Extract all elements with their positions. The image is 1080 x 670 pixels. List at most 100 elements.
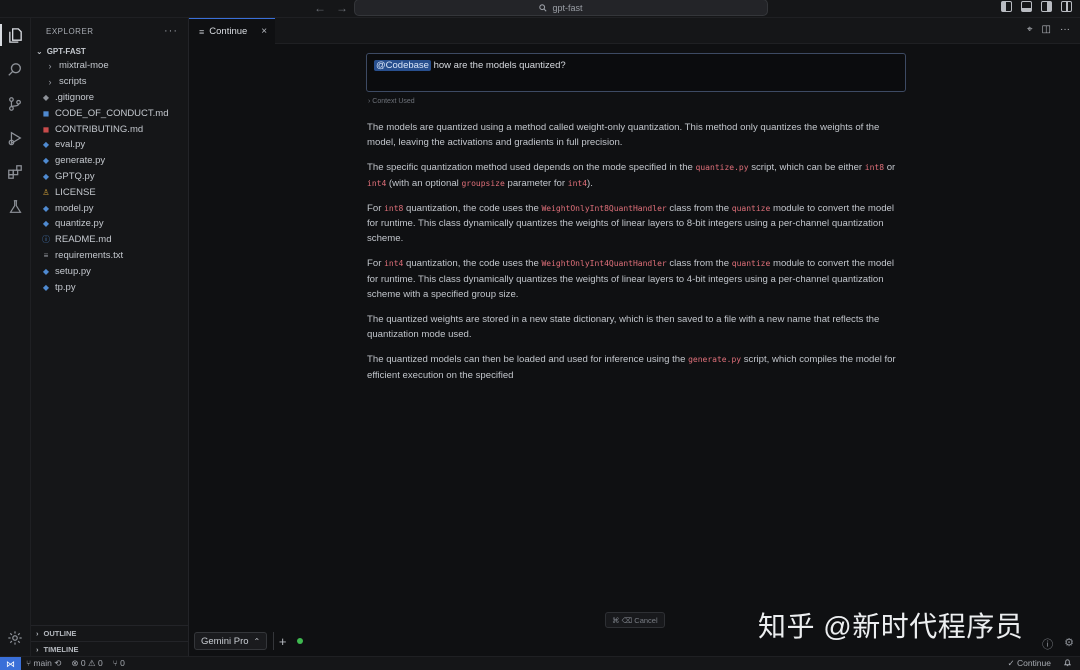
model-select[interactable]: Gemini Pro ⌃ — [194, 632, 268, 650]
python-file-icon: ◆ — [42, 156, 50, 166]
outline-label: OUTLINE — [43, 629, 77, 638]
chevron-right-icon: › — [36, 645, 39, 654]
add-model-button[interactable]: + — [273, 632, 291, 650]
chat-prompt[interactable]: @Codebase how are the models quantized? — [366, 53, 906, 92]
help-icon[interactable]: ⓘ — [1042, 636, 1053, 652]
license-file-icon: ♙ — [42, 187, 50, 197]
command-center-search[interactable]: gpt-fast — [354, 0, 768, 16]
tree-item-label: model.py — [55, 202, 94, 214]
python-file-icon: ◆ — [42, 219, 50, 229]
tree-item-mixtral-moe[interactable]: › mixtral-moe — [31, 58, 188, 74]
explorer-title: EXPLORER — [46, 26, 94, 36]
markdown-file-icon: ◼ — [42, 108, 50, 118]
status-left: ⑂ main ⟲ ⊗ 0 ⚠ 0 ⑂ 0 — [26, 658, 125, 669]
back-arrow-icon[interactable]: ← — [314, 1, 326, 15]
navigation-arrows: ← → — [314, 1, 348, 15]
settings-gear-icon[interactable]: ⚙ — [1064, 636, 1074, 652]
more-actions-icon[interactable]: ··· — [164, 25, 178, 37]
toggle-panel-icon[interactable] — [1021, 1, 1032, 12]
close-icon[interactable]: × — [261, 26, 267, 37]
tree-item-quantize[interactable]: ◆ quantize.py — [31, 216, 188, 232]
tree-item-label: CODE_OF_CONDUCT.md — [55, 107, 169, 119]
tree-item-tp[interactable]: ◆ tp.py — [31, 279, 188, 295]
codebase-mention[interactable]: @Codebase — [374, 60, 431, 71]
title-bar: ← → gpt-fast — [0, 0, 1080, 18]
file-tree: › mixtral-moe › scripts ◆ .gitignore ◼ C… — [31, 58, 188, 295]
model-label: Gemini Pro — [201, 635, 249, 647]
chevron-up-down-icon: ⌃ — [253, 636, 261, 646]
timeline-section[interactable]: › TIMELINE — [31, 641, 189, 657]
ports-indicator[interactable]: ⑂ 0 — [113, 658, 125, 669]
tree-item-gptq[interactable]: ◆ GPTQ.py — [31, 169, 188, 185]
command-center-label: gpt-fast — [552, 2, 583, 13]
layout-controls — [1001, 1, 1072, 12]
settings-gear-icon[interactable] — [4, 627, 26, 649]
chat-response: The models are quantized using a method … — [367, 120, 907, 393]
tree-item-label: generate.py — [55, 155, 106, 167]
tree-item-code-of-conduct[interactable]: ◼ CODE_OF_CONDUCT.md — [31, 105, 188, 121]
run-and-debug-icon[interactable] — [4, 127, 26, 149]
remote-indicator-icon[interactable]: ⋈ — [0, 657, 21, 670]
tree-item-label: quantize.py — [55, 218, 104, 230]
tab-label: Continue — [209, 26, 248, 37]
tree-item-model[interactable]: ◆ model.py — [31, 200, 188, 216]
tree-item-contributing[interactable]: ◼ CONTRIBUTING.md — [31, 121, 188, 137]
toggle-secondary-sidebar-icon[interactable] — [1041, 1, 1052, 12]
continue-status[interactable]: ✓ Continue — [1007, 658, 1051, 669]
tree-item-readme[interactable]: ⓘ README.md — [31, 232, 188, 248]
response-paragraph: The quantized models can then be loaded … — [367, 354, 896, 381]
toggle-primary-sidebar-icon[interactable] — [1001, 1, 1012, 12]
chevron-right-icon: › — [48, 76, 52, 87]
more-actions-icon[interactable]: ··· — [1060, 24, 1070, 35]
branch-indicator[interactable]: ⑂ main ⟲ — [26, 658, 61, 669]
python-file-icon: ◆ — [42, 171, 50, 181]
chevron-right-icon: › — [48, 60, 52, 71]
problems-indicator[interactable]: ⊗ 0 ⚠ 0 — [71, 658, 102, 669]
chevron-down-icon: ⌄ — [36, 46, 43, 56]
workspace-folder-label: GPT-FAST — [46, 46, 86, 56]
notifications-bell-icon[interactable] — [1063, 658, 1072, 669]
response-paragraph: For int4 quantization, the code uses the… — [367, 258, 895, 301]
testing-flask-icon[interactable] — [4, 195, 26, 217]
tree-item-setup[interactable]: ◆ setup.py — [31, 263, 188, 279]
tree-item-label: GPTQ.py — [55, 170, 95, 182]
python-file-icon: ◆ — [42, 203, 50, 213]
tree-item-eval[interactable]: ◆ eval.py — [31, 137, 188, 153]
cancel-button[interactable]: ⌘ ⌫ Cancel — [605, 612, 665, 628]
continue-tab-icon: ≡ — [199, 26, 205, 37]
tree-item-label: setup.py — [55, 265, 91, 277]
explorer-sidebar: EXPLORER ··· ⌄ GPT-FAST › mixtral-moe › … — [31, 18, 189, 656]
markdown-file-icon: ◼ — [42, 124, 50, 134]
chat-footer-icons: ⓘ ⚙ — [1042, 636, 1074, 652]
context-used-toggle[interactable]: › Context Used — [368, 98, 415, 105]
tab-continue[interactable]: ≡ Continue × — [189, 18, 275, 44]
tree-item-label: requirements.txt — [55, 249, 124, 261]
editor-tab-bar: ≡ Continue × ⌖ ◫ ··· — [189, 18, 1080, 44]
source-control-icon[interactable] — [4, 93, 26, 115]
tree-item-gitignore[interactable]: ◆ .gitignore — [31, 90, 188, 106]
tree-item-requirements[interactable]: ≡ requirements.txt — [31, 248, 188, 264]
workspace-folder[interactable]: ⌄ GPT-FAST — [31, 44, 188, 58]
tree-item-generate[interactable]: ◆ generate.py — [31, 153, 188, 169]
timeline-label: TIMELINE — [43, 645, 79, 654]
explorer-header: EXPLORER ··· — [31, 18, 188, 44]
status-dot-icon — [297, 638, 304, 644]
tree-item-license[interactable]: ♙ LICENSE — [31, 184, 188, 200]
extensions-icon[interactable] — [4, 161, 26, 183]
customize-layout-icon[interactable] — [1061, 1, 1072, 12]
outline-section[interactable]: › OUTLINE — [31, 625, 189, 641]
search-icon[interactable] — [4, 59, 26, 81]
python-file-icon: ◆ — [42, 282, 50, 292]
response-paragraph: The quantized weights are stored in a ne… — [367, 314, 880, 341]
tree-item-label: tp.py — [55, 281, 76, 293]
prompt-text: how are the models quantized? — [430, 60, 566, 71]
explorer-icon[interactable] — [0, 24, 26, 46]
split-editor-icon[interactable]: ◫ — [1042, 24, 1051, 35]
status-bar: ⋈ ⑂ main ⟲ ⊗ 0 ⚠ 0 ⑂ 0 ✓ Continue — [0, 656, 1080, 670]
tree-item-label: LICENSE — [55, 186, 96, 198]
python-file-icon: ◆ — [42, 266, 50, 276]
tree-item-scripts[interactable]: › scripts — [31, 74, 188, 90]
pin-icon[interactable]: ⌖ — [1027, 24, 1033, 35]
forward-arrow-icon[interactable]: → — [336, 1, 348, 15]
response-paragraph: For int8 quantization, the code uses the… — [367, 202, 895, 245]
